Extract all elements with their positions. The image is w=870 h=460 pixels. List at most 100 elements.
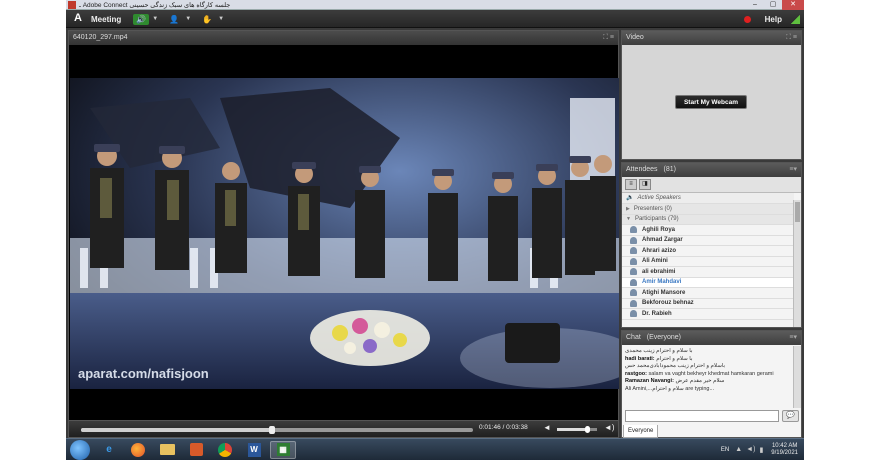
speaker-icon: 🔊	[133, 13, 150, 25]
attendee-row[interactable]: Atighi Mansore	[622, 288, 794, 299]
attendee-row[interactable]: ali ebrahimi	[622, 267, 794, 278]
chat-tab-everyone[interactable]: Everyone	[623, 425, 659, 438]
attendee-row[interactable]: Ali Amini	[622, 257, 794, 267]
chat-message: با سلام و احترام زینب محمدی	[625, 348, 791, 356]
pod-options-icon[interactable]: ⛶ ≡	[786, 31, 797, 45]
meeting-menu[interactable]: Meeting	[91, 15, 121, 24]
close-button[interactable]: ✕	[782, 0, 804, 10]
volume-mute-icon[interactable]: ◄	[543, 423, 551, 432]
person-icon	[630, 268, 637, 276]
attendee-name: Ali Amini	[642, 258, 668, 264]
tray-chevron-icon[interactable]: ▲	[735, 446, 742, 453]
video-pod-header: Video ⛶ ≡	[622, 31, 801, 45]
attendee-name: Aghili Roya	[642, 226, 676, 233]
attendee-row[interactable]: Aghili Roya	[622, 225, 794, 236]
attendee-row[interactable]: Ahmad Zargar	[622, 236, 794, 246]
person-icon	[630, 236, 637, 244]
chat-scrollbar[interactable]	[793, 346, 801, 408]
start-webcam-button[interactable]: Start My Webcam	[675, 95, 747, 109]
presenters-label: Presenters (0)	[633, 205, 672, 212]
seek-progress	[81, 428, 272, 432]
minimize-button[interactable]: –	[746, 0, 764, 10]
help-menu[interactable]: Help	[765, 15, 782, 24]
chat-messages: با سلام و احترام زینب محمدی hadi barati: …	[622, 346, 794, 408]
chevron-down-icon: ▼	[185, 16, 192, 22]
adobe-connect-window: ـ Adobe Connect جلسه کارگاه های سبک زندگ…	[66, 0, 804, 460]
participants-group[interactable]: ▼ Participants (79)	[622, 214, 794, 225]
chat-text: سلام خیر مقدم عرض	[673, 378, 725, 384]
chat-input[interactable]	[625, 410, 779, 422]
chat-pod-header: Chat (Everyone) ≡▾	[622, 331, 801, 345]
volume-handle[interactable]	[585, 426, 590, 433]
attendees-pod: Attendees (81) ≡▾ ≡ ◨ 🔈 Active Speakers …	[621, 162, 802, 328]
attendee-name: ali ebrahimi	[642, 268, 676, 275]
chat-pod: Chat (Everyone) ≡▾ با سلام و احترام زینب…	[621, 330, 802, 438]
scroll-thumb[interactable]	[795, 202, 800, 222]
attendees-count: (81)	[663, 166, 676, 173]
playback-time: 0:01:46 / 0:03:38	[479, 424, 528, 431]
chevron-down-icon: ▼	[218, 16, 225, 22]
attendees-scrollbar[interactable]	[793, 200, 801, 327]
volume-tray-icon[interactable]: ◄)	[746, 446, 755, 453]
presenters-group[interactable]: ▶ Presenters (0)	[622, 204, 794, 215]
chat-sender: hadi barati:	[625, 355, 655, 362]
person-icon	[630, 299, 637, 307]
seek-handle[interactable]	[268, 426, 275, 434]
chevron-right-icon: ▶	[626, 205, 630, 212]
video-watermark: aparat.com/nafisjoon	[78, 366, 209, 381]
maximize-button[interactable]: ▢	[764, 0, 782, 10]
firefox-icon[interactable]	[125, 441, 151, 459]
ie-icon[interactable]: e	[96, 441, 122, 459]
video-pod: Video ⛶ ≡ Start My Webcam	[621, 30, 802, 160]
connection-signal-icon	[790, 14, 800, 24]
active-speakers-row: 🔈 Active Speakers	[622, 193, 794, 204]
attendee-name: Ahmad Zargar	[642, 237, 683, 243]
title-bar: ـ Adobe Connect جلسه کارگاه های سبک زندگ…	[66, 0, 804, 10]
chat-text: باسلام و احترام زینب محمودآبادی‌محمد حس	[625, 363, 726, 369]
chat-sender: Ramazan Navangi:	[625, 378, 674, 384]
share-pod-title: 640120_297.mp4	[73, 34, 128, 41]
pod-options-icon[interactable]: ≡▾	[789, 163, 797, 177]
attendee-row[interactable]: Bekforouz behnaz	[622, 299, 794, 309]
attendee-row[interactable]: Amir Mahdavi	[622, 277, 794, 288]
volume-slider[interactable]	[557, 426, 597, 433]
language-indicator[interactable]: EN	[721, 447, 729, 453]
seek-bar[interactable]	[81, 426, 473, 434]
person-icon	[630, 226, 637, 234]
chat-scope: (Everyone)	[646, 334, 681, 341]
chat-title: Chat	[626, 334, 641, 341]
video-player[interactable]: aparat.com/nafisjoon	[70, 78, 619, 389]
network-tray-icon[interactable]: ▮	[759, 446, 763, 454]
attendee-row[interactable]: Ahrari azizo	[622, 246, 794, 257]
volume-icon[interactable]: ◄)	[604, 423, 615, 432]
person-icon	[630, 257, 637, 265]
attendee-name: Amir Mahdavi	[642, 279, 682, 285]
chat-text: با سلام و احترام زینب محمدی	[625, 348, 693, 354]
active-speakers-label: Active Speakers	[637, 194, 681, 201]
clock[interactable]: 10:42 AM 9/19/2021	[771, 443, 798, 457]
status-view-icon[interactable]: ◨	[639, 179, 651, 190]
audio-button[interactable]: 🔊 ▼	[133, 13, 158, 25]
list-view-icon[interactable]: ≡	[625, 179, 637, 190]
camera-button[interactable]: 👤 ▼	[166, 14, 191, 25]
adobe-connect-icon[interactable]: ▦	[270, 440, 296, 459]
send-message-button[interactable]: 💬	[782, 410, 799, 422]
media-player-icon[interactable]	[183, 441, 209, 459]
pod-options-icon[interactable]: ⛶ ≡	[603, 31, 614, 45]
recording-indicator-icon	[743, 15, 751, 23]
share-pod: 640120_297.mp4 ⛶ ≡ aparat.com/nafisjoon …	[68, 30, 619, 438]
attendee-row[interactable]: Dr. Rabieh	[622, 309, 794, 320]
share-pod-header: 640120_297.mp4 ⛶ ≡	[69, 31, 618, 45]
file-explorer-icon[interactable]	[154, 441, 180, 459]
word-icon[interactable]: W	[241, 441, 267, 459]
chrome-icon[interactable]	[212, 441, 238, 459]
pod-options-icon[interactable]: ≡▾	[789, 331, 797, 345]
start-button[interactable]	[70, 439, 90, 460]
attendee-name: Bekforouz behnaz	[642, 300, 694, 306]
person-icon	[630, 289, 637, 297]
attendee-list: ▶ Presenters (0) ▼ Participants (79) Agh…	[622, 204, 794, 327]
raise-hand-button[interactable]: ✋ ▼	[199, 14, 224, 25]
chat-text: با سلام و احترام	[654, 355, 693, 362]
chat-message: rastgoo: salam va vaght bekheyr khedmat …	[625, 371, 791, 379]
speech-bubble-icon: 💬	[786, 412, 795, 419]
